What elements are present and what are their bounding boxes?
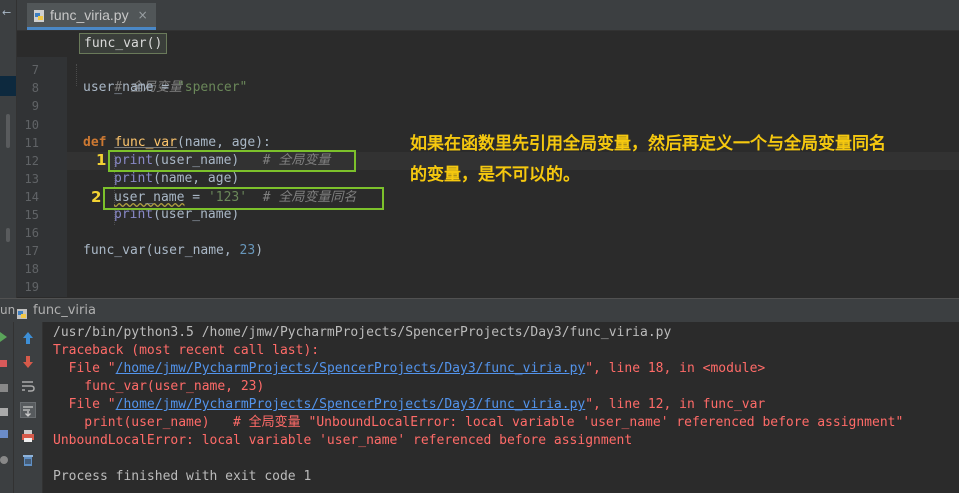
console-file-line: File "/home/jmw/PycharmProjects/SpencerP…: [53, 360, 766, 378]
line-number-gutter: 7 8 9 10 11 12 13 14 15 16 17 18 19: [17, 57, 67, 297]
scroll-to-end-icon[interactable]: [20, 402, 36, 418]
pycharm-window: ← func_viria.py × func_var() 7 8 9 10 11: [0, 0, 959, 493]
code-operator: =: [153, 80, 177, 95]
run-config-title[interactable]: func_viria: [33, 303, 96, 318]
console-exit-status: Process finished with exit code 1: [53, 469, 312, 484]
line-number: 14: [24, 190, 39, 204]
print-icon[interactable]: [20, 428, 36, 444]
line-number: 19: [24, 280, 39, 294]
annotation-line: 如果在函数里先引用全局变量，然后再定义一个与全局变量同名: [410, 134, 886, 154]
scrollbar-thumb[interactable]: [6, 228, 10, 242]
code-number: 23: [239, 243, 256, 258]
code-string: "spencer": [176, 80, 248, 95]
code-line-17[interactable]: func_var(user_name, 23): [83, 242, 263, 260]
tab-label: func_viria.py: [50, 7, 129, 23]
editor-tab-bar: func_viria.py ×: [17, 0, 959, 31]
line-number: 9: [31, 99, 39, 113]
highlight-box: [103, 187, 384, 210]
console-text: File ": [53, 361, 116, 376]
code-call: func_var(user_name,: [83, 243, 240, 258]
run-console[interactable]: /usr/bin/python3.5 /home/jmw/PycharmProj…: [43, 322, 959, 493]
code-args: (name, age): [153, 171, 240, 186]
console-traceback: Traceback (most recent call last):: [53, 343, 320, 358]
down-arrow-icon[interactable]: [20, 354, 36, 370]
line-number: 15: [24, 208, 39, 222]
box-number-label: 1: [96, 151, 107, 169]
trash-icon[interactable]: [20, 452, 36, 468]
line-number: 16: [24, 226, 39, 240]
collapse-arrow-icon[interactable]: ←: [2, 6, 11, 19]
console-text: ", line 18, in <module>: [585, 361, 766, 376]
line-number: 13: [24, 172, 39, 186]
run-edge-toolbar: [0, 322, 14, 493]
console-text: ", line 12, in func_var: [585, 397, 766, 412]
console-error: UnboundLocalError: local variable 'user_…: [53, 433, 633, 448]
project-panel-edge: ←: [0, 0, 17, 298]
console-command: /usr/bin/python3.5 /home/jmw/PycharmProj…: [53, 325, 672, 340]
line-number: 12: [24, 154, 39, 168]
code-line-13[interactable]: print(name, age): [114, 170, 239, 188]
line-number: 17: [24, 244, 39, 258]
close-icon[interactable]: ×: [138, 8, 148, 22]
breadcrumb[interactable]: func_var(): [79, 33, 168, 54]
scrollbar-thumb[interactable]: [6, 114, 10, 148]
code-identifier: user_name: [83, 80, 154, 95]
line-number: 10: [24, 118, 39, 132]
code-function-name: func_var: [114, 135, 177, 150]
code-line-8[interactable]: user_name = "spencer": [83, 79, 247, 97]
console-source-line: func_var(user_name, 23): [53, 379, 265, 394]
console-text: File ": [53, 397, 116, 412]
soft-wrap-icon[interactable]: [20, 378, 36, 394]
line-number: 8: [31, 81, 39, 95]
console-file-line: File "/home/jmw/PycharmProjects/SpencerP…: [53, 396, 766, 414]
highlight-box: [108, 150, 356, 172]
file-link[interactable]: /home/jmw/PycharmProjects/SpencerProject…: [116, 397, 586, 412]
breadcrumb-bar: func_var(): [17, 31, 959, 57]
tab-func-viria[interactable]: func_viria.py ×: [27, 3, 156, 30]
annotation-line: 的变量，是不可以的。: [410, 165, 580, 185]
project-selection-highlight: [0, 76, 16, 96]
annotation-text: 如果在函数里先引用全局变量，然后再定义一个与全局变量同名 的变量，是不可以的。: [410, 129, 950, 191]
code-params: (name, age):: [176, 135, 271, 150]
code-keyword: def: [83, 135, 107, 150]
python-file-icon: [33, 8, 45, 22]
up-arrow-icon[interactable]: [20, 330, 36, 346]
run-tool-label[interactable]: un: [0, 303, 15, 317]
box-number-label: 2: [91, 188, 102, 206]
console-source-line: print(user_name) # 全局变量 "UnboundLocalErr…: [53, 415, 904, 430]
line-number: 18: [24, 262, 39, 276]
code-line-7[interactable]: # 全局变量: [83, 61, 182, 95]
line-number: 11: [24, 136, 39, 150]
run-panel-header: un func_viria: [0, 298, 959, 324]
code-builtin: print: [114, 171, 154, 186]
run-toolbar: [14, 322, 43, 493]
python-run-icon: [17, 305, 28, 319]
indent-guide: [76, 64, 77, 86]
code-call-close: ): [255, 243, 264, 258]
run-edge-icons: [0, 332, 8, 464]
line-number: 7: [31, 63, 39, 77]
file-link[interactable]: /home/jmw/PycharmProjects/SpencerProject…: [116, 361, 586, 376]
